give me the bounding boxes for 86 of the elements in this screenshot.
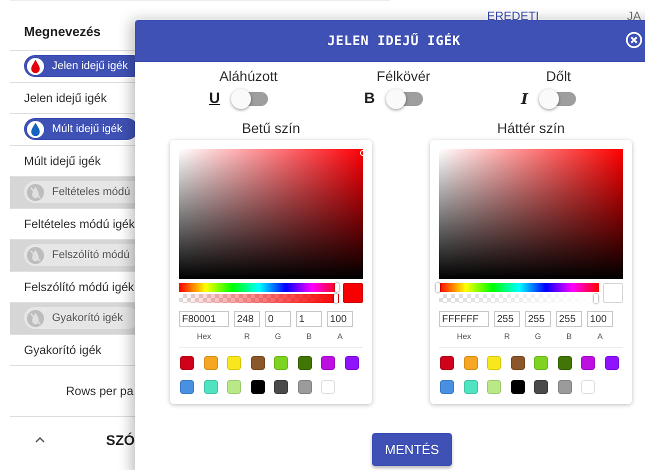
color-swatch[interactable] — [344, 356, 358, 370]
color-preview — [343, 283, 363, 303]
color-swatch[interactable] — [534, 356, 548, 370]
color-preview — [603, 283, 623, 303]
format-glyph: B — [364, 90, 375, 107]
color-swatch[interactable] — [534, 380, 548, 394]
color-swatch[interactable] — [464, 380, 478, 394]
color-value-field[interactable]: 255 — [525, 311, 551, 327]
toggle-label: Dőlt — [546, 68, 571, 84]
color-swatch[interactable] — [180, 356, 194, 370]
color-swatch[interactable] — [558, 356, 572, 370]
section-title: SZÓ — [106, 432, 135, 448]
field-label: G — [534, 332, 542, 341]
color-swatch[interactable] — [298, 380, 312, 394]
drop-off-icon — [26, 246, 45, 265]
hue-slider[interactable] — [439, 283, 599, 292]
saturation-area[interactable] — [179, 149, 363, 279]
color-swatch[interactable] — [604, 356, 618, 370]
color-swatch[interactable] — [298, 356, 312, 370]
color-value-field[interactable]: 100 — [327, 311, 353, 327]
field-label: A — [597, 332, 603, 341]
color-swatch[interactable] — [274, 380, 288, 394]
alpha-slider[interactable] — [179, 294, 339, 303]
color-swatch[interactable] — [510, 380, 524, 394]
color-swatch[interactable] — [464, 356, 478, 370]
color-value-field[interactable]: 255 — [556, 311, 582, 327]
color-swatch[interactable] — [250, 356, 264, 370]
field-label: B — [306, 332, 312, 341]
color-value-field[interactable]: FFFFFF — [439, 311, 489, 327]
color-value-field[interactable]: 1 — [296, 311, 322, 327]
table-cell: Gyakorító igék — [24, 342, 102, 357]
dialog-title: JELEN IDEJŰ IGÉK — [327, 34, 461, 48]
alpha-slider[interactable] — [439, 294, 599, 303]
color-swatch[interactable] — [487, 356, 501, 370]
color-swatch[interactable] — [558, 380, 572, 394]
color-swatch[interactable] — [581, 356, 595, 370]
color-value-field[interactable]: 0 — [265, 311, 291, 327]
toggle-label: Félkövér — [376, 68, 430, 84]
field-label: Hex — [196, 332, 212, 341]
field-label: G — [274, 332, 282, 341]
hue-slider[interactable] — [179, 283, 339, 292]
save-button[interactable]: MENTÉS — [372, 433, 452, 466]
color-swatch[interactable] — [321, 356, 335, 370]
color-swatch[interactable] — [487, 380, 501, 394]
format-glyph: U — [209, 90, 220, 107]
color-swatch[interactable] — [510, 356, 524, 370]
table-cell: Jelen idejű igék — [24, 90, 107, 105]
color-swatch[interactable] — [227, 356, 241, 370]
field-label: Hex — [456, 332, 472, 341]
saturation-area[interactable] — [439, 149, 623, 279]
column-header: EREDETI — [487, 9, 540, 23]
toggle-switch[interactable] — [542, 92, 576, 106]
color-swatch[interactable] — [321, 380, 335, 394]
picker-label: Betű szín — [242, 120, 300, 136]
drop-off-icon — [26, 182, 45, 202]
field-label: R — [244, 332, 250, 341]
picker-label: Háttér szín — [497, 120, 565, 136]
color-swatch[interactable] — [274, 356, 288, 370]
color-value-field[interactable]: 248 — [234, 311, 260, 327]
table-cell: Múlt idejű igék — [24, 154, 101, 168]
close-icon[interactable] — [625, 31, 643, 49]
toggle-switch[interactable] — [388, 92, 423, 106]
chevron-up-icon[interactable] — [34, 436, 46, 444]
color-swatch[interactable] — [440, 356, 454, 370]
table-cell: Feltételes módú igék — [24, 216, 135, 231]
field-label: A — [337, 332, 343, 341]
rows-per-page-label: Rows per pa — [66, 384, 134, 398]
color-swatch[interactable] — [180, 380, 194, 394]
column-header: JA — [627, 9, 642, 23]
color-swatch[interactable] — [204, 380, 218, 394]
color-value-field[interactable]: 100 — [587, 311, 613, 327]
color-swatch[interactable] — [250, 380, 264, 394]
color-swatch[interactable] — [581, 380, 595, 394]
color-value-field[interactable]: F80001 — [179, 311, 229, 327]
toggle-label: Aláhúzott — [219, 68, 278, 84]
drop-off-icon — [26, 308, 45, 328]
color-swatch[interactable] — [440, 380, 454, 394]
color-swatch[interactable] — [227, 380, 241, 394]
field-label: R — [504, 332, 510, 341]
field-label: B — [566, 332, 572, 341]
color-swatch[interactable] — [204, 356, 218, 370]
toggle-switch[interactable] — [234, 92, 268, 106]
table-cell: Felszólító módú igék — [24, 280, 134, 294]
color-value-field[interactable]: 255 — [494, 311, 520, 327]
column-header: Megnevezés — [24, 24, 101, 39]
format-glyph: I — [520, 90, 528, 108]
